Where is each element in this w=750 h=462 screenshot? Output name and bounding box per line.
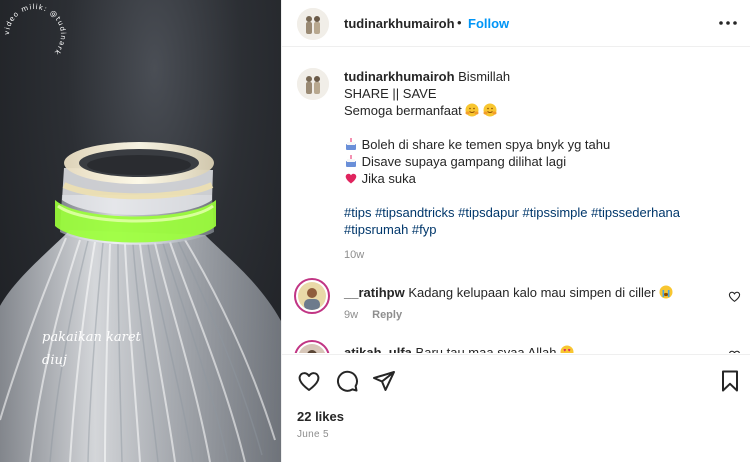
more-options-icon[interactable] [718, 14, 738, 32]
bookmark-icon[interactable] [718, 369, 742, 393]
red-heart-emoji-icon [345, 173, 357, 184]
cake-emoji-icon [346, 138, 356, 150]
post-header: tudinarkhumairoh • Follow [282, 0, 750, 47]
commenter-username[interactable]: __ratihpw [344, 285, 405, 300]
hugging-face-emoji-icon [483, 103, 497, 117]
caption-username[interactable]: tudinarkhumairoh [344, 69, 455, 84]
comment-text-row: __ratihpw Kadang kelupaan kalo mau simpe… [344, 285, 673, 300]
caption-line-2: SHARE || SAVE [344, 86, 437, 101]
hugging-face-emoji-icon [465, 103, 479, 117]
author-username[interactable]: tudinarkhumairoh [344, 16, 455, 31]
reply-button[interactable]: Reply [372, 309, 402, 321]
comment-icon[interactable] [335, 369, 359, 393]
caption-hashtags-line-1[interactable]: #tips #tipsandtricks #tipsdapur #tipssim… [344, 204, 734, 221]
caption-list-item-3: Jika suka [361, 171, 416, 186]
share-icon[interactable] [372, 369, 396, 393]
video-watermark: video milik: @tudinark [3, 3, 67, 57]
loudly-crying-face-emoji-icon [659, 285, 673, 299]
post-details-panel: tudinarkhumairoh • Follow tudinarkhumair… [281, 0, 750, 462]
commenter-username[interactable]: atikah_ulfa [344, 345, 412, 353]
heart-icon[interactable] [297, 369, 321, 393]
author-avatar[interactable] [297, 8, 329, 40]
caption-timestamp[interactable]: 10w [344, 247, 734, 264]
comment-text: Baru tau maa syaa Allah [415, 345, 557, 353]
likes-count[interactable]: 22 likes [297, 409, 344, 424]
comment-text: Kadang kelupaan kalo mau simpen di cille… [408, 285, 656, 300]
post-media[interactable]: pakaikan karet diuj video milik: @tudina… [0, 0, 281, 462]
commenter-avatar[interactable] [294, 340, 330, 353]
caption-line-3: Semoga bermanfaat [344, 103, 462, 118]
follow-button[interactable]: Follow [468, 16, 509, 31]
comment-like-heart-icon[interactable] [728, 349, 741, 353]
comments-scroll-area[interactable]: tudinarkhumairoh Bismillah SHARE || SAVE… [282, 48, 750, 353]
post-caption: tudinarkhumairoh Bismillah SHARE || SAVE… [344, 68, 734, 264]
media-overlay-text: pakaikan karet diuj [42, 326, 162, 372]
comment-timestamp[interactable]: 9w [344, 309, 358, 321]
comment-meta: 9w Reply [344, 309, 402, 321]
cake-emoji-icon [346, 155, 356, 167]
media-overlay-line-2: diuj [42, 353, 67, 368]
caption-list-item-2: Disave supaya gampang dilihat lagi [361, 154, 567, 169]
post-actions: 22 likes June 5 [282, 354, 750, 462]
post-date[interactable]: June 5 [297, 429, 329, 440]
watermark-text: video milik: @tudinark [3, 3, 66, 57]
media-overlay-line-1: pakaikan karet [42, 330, 141, 345]
comment-like-heart-icon[interactable] [728, 290, 741, 303]
caption-list-item-1: Boleh di share ke temen spya bnyk yg tah… [361, 137, 611, 152]
caption-hashtags-line-2[interactable]: #tipsrumah #fyp [344, 221, 734, 238]
commenter-avatar[interactable] [294, 278, 330, 314]
separator-dot: • [457, 15, 462, 30]
instagram-post-view: pakaikan karet diuj video milik: @tudina… [0, 0, 750, 462]
comment-text-row: atikah_ulfa Baru tau maa syaa Allah [344, 345, 574, 353]
svg-text:video milik: @tudinark: video milik: @tudinark [3, 3, 67, 57]
caption-author-avatar[interactable] [297, 68, 329, 100]
heart-eyes-emoji-icon [560, 345, 574, 353]
caption-first-line: Bismillah [458, 69, 511, 84]
